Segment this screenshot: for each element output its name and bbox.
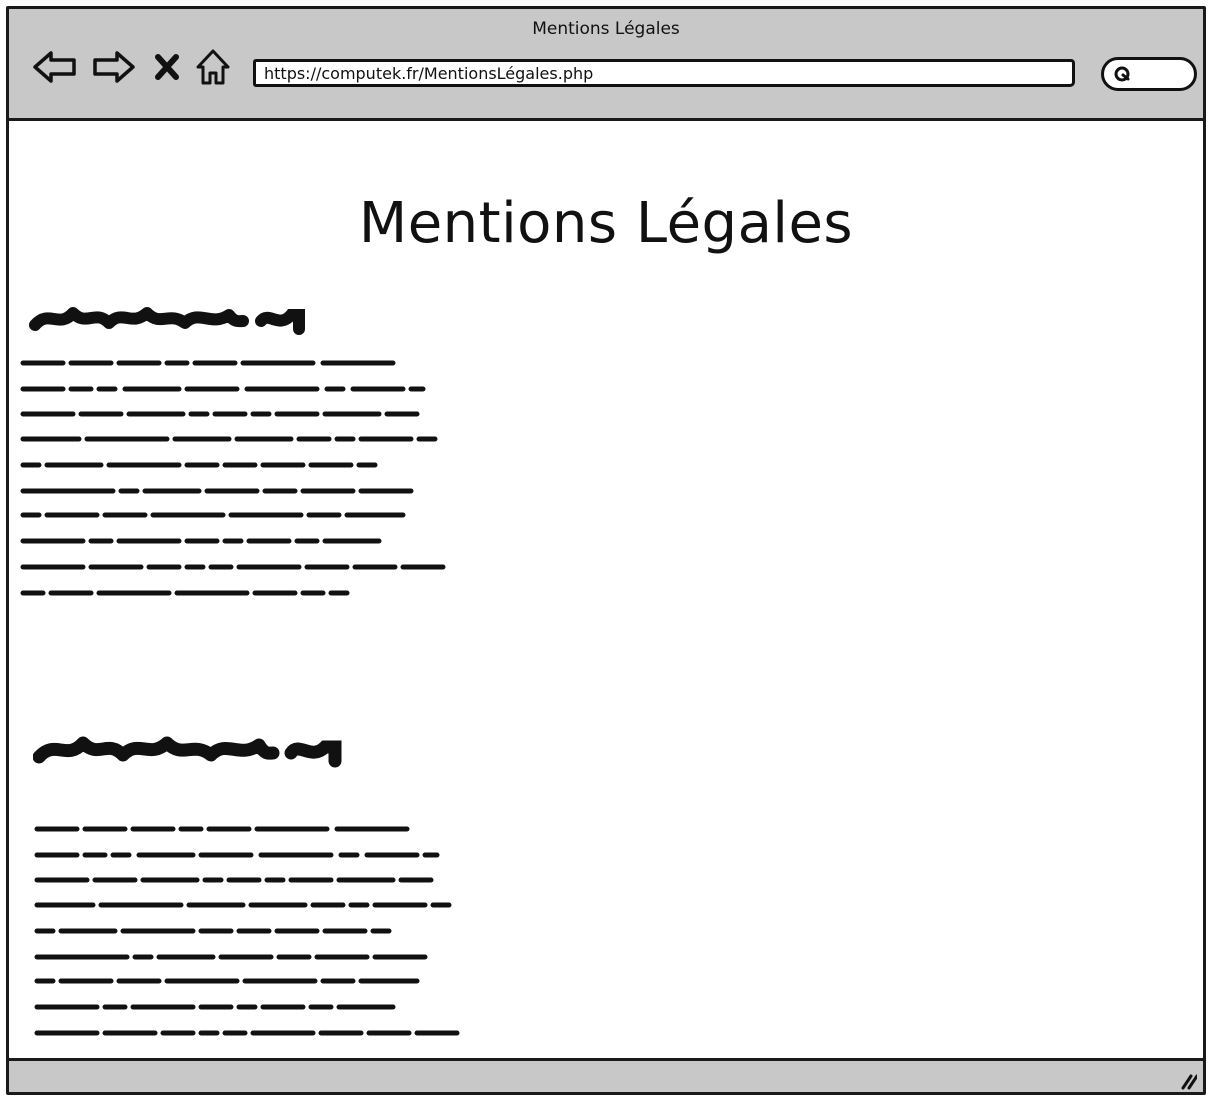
browser-window: Mentions Légales https://computek.fr/Men… xyxy=(6,6,1206,1095)
back-arrow-icon xyxy=(33,51,76,83)
home-icon xyxy=(196,49,230,85)
search-field[interactable] xyxy=(1101,57,1197,91)
forward-arrow-icon xyxy=(93,51,135,83)
back-button[interactable] xyxy=(29,47,81,87)
status-bar xyxy=(9,1058,1203,1092)
browser-toolbar: Mentions Légales xyxy=(9,9,1203,121)
section-heading-placeholder xyxy=(33,736,342,768)
section-heading-placeholder xyxy=(29,307,305,335)
window-title: Mentions Légales xyxy=(532,19,680,39)
forward-button[interactable] xyxy=(89,47,139,87)
address-bar[interactable] xyxy=(253,59,1075,87)
stop-button[interactable] xyxy=(151,47,183,87)
close-icon xyxy=(155,54,179,80)
resize-grip-icon[interactable] xyxy=(1175,1068,1197,1090)
section-paragraph-placeholder xyxy=(34,826,460,1036)
search-icon xyxy=(1114,66,1130,82)
section-paragraph-placeholder xyxy=(20,360,446,596)
page-content: Mentions Légales xyxy=(9,121,1203,1058)
page-title: Mentions Légales xyxy=(358,191,854,256)
home-button[interactable] xyxy=(193,47,233,87)
